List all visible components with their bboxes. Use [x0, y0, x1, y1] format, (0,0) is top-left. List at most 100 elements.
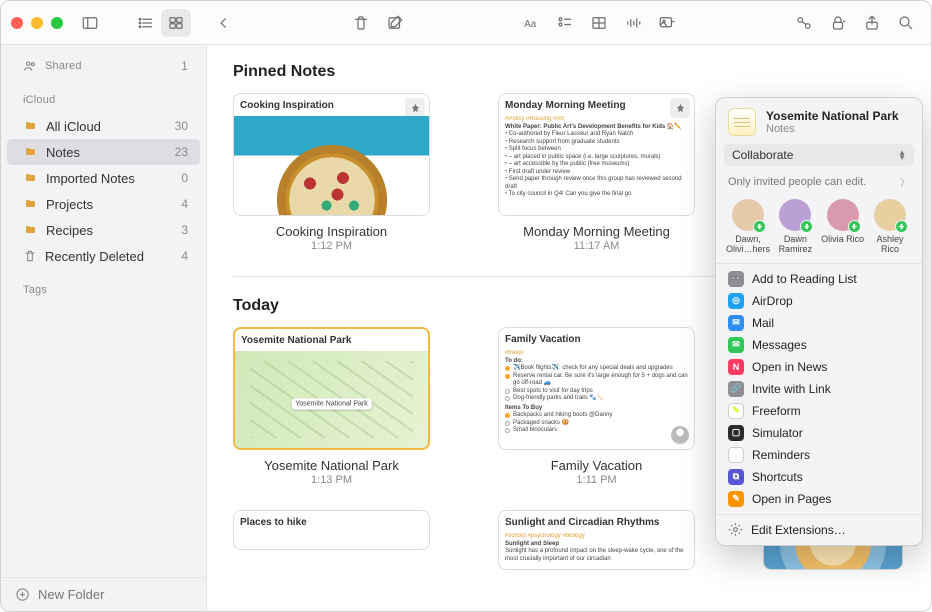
- share-subtitle: Notes: [766, 123, 899, 135]
- card-tags: #travel: [505, 350, 688, 358]
- lock-button[interactable]: [823, 9, 853, 37]
- close-window-button[interactable]: [11, 17, 23, 29]
- note-line: To city council in Q4! Can you give the …: [505, 191, 688, 199]
- sidebar-folder-count: 30: [175, 119, 188, 133]
- note-card[interactable]: Sunlight and Circadian Rhythms #school #…: [498, 510, 695, 570]
- delete-note-button[interactable]: [346, 9, 376, 37]
- sidebar-folder-count: 4: [181, 197, 188, 211]
- note-card[interactable]: Cooking Inspiration Cooking Inspiration …: [233, 93, 430, 252]
- messages-badge-icon: [895, 220, 908, 233]
- share-action-label: Simulator: [752, 426, 803, 440]
- toggle-sidebar-button[interactable]: [75, 9, 105, 37]
- sidebar-folder-projects[interactable]: Projects 4: [7, 191, 200, 217]
- note-card[interactable]: Monday Morning Meeting #Policy #Housing …: [498, 93, 695, 252]
- note-card[interactable]: Places to hike: [233, 510, 430, 570]
- share-mode-select[interactable]: Collaborate ▲▼: [724, 144, 914, 166]
- share-action-shortcuts[interactable]: ⧉Shortcuts: [716, 466, 922, 488]
- card-time: 1:13 PM: [233, 474, 430, 486]
- share-button[interactable]: [857, 9, 887, 37]
- card-time: 1:12 PM: [233, 240, 430, 252]
- shared-avatar-icon: [670, 425, 690, 445]
- list-view-button[interactable]: [131, 9, 161, 37]
- map-thumbnail: Yosemite National Park: [235, 351, 428, 448]
- sidebar-account-label: iCloud: [7, 87, 200, 113]
- share-permissions-row[interactable]: Only invited people can edit. 〉: [724, 172, 914, 191]
- checklist-button[interactable]: [550, 9, 580, 37]
- share-action-airdrop[interactable]: ◎AirDrop: [716, 290, 922, 312]
- share-action-label: Open in Pages: [752, 492, 831, 506]
- window-controls: [11, 17, 63, 29]
- checklist-item: Reserve rental car. Be sure it's large e…: [505, 373, 688, 388]
- gallery-view-button[interactable]: [161, 9, 191, 37]
- notes-app-icon: [728, 108, 756, 136]
- share-action-messages[interactable]: ✉Messages: [716, 334, 922, 356]
- sidebar-folder-count: 4: [181, 249, 188, 263]
- back-button[interactable]: [209, 9, 239, 37]
- sidebar-folder-label: Projects: [46, 197, 93, 212]
- share-action-invite-with-link[interactable]: 🔗Invite with Link: [716, 378, 922, 400]
- sidebar-tags-label: Tags: [7, 277, 200, 303]
- avatar: [779, 199, 811, 231]
- sidebar-folder-notes[interactable]: Notes 23: [7, 139, 200, 165]
- card-subtitle: To do:: [505, 358, 523, 364]
- share-action-freeform[interactable]: ✎Freeform: [716, 400, 922, 422]
- share-sheet: Yosemite National Park Notes Collaborate…: [715, 97, 923, 546]
- sidebar-folder-recipes[interactable]: Recipes3: [7, 217, 200, 243]
- link-button[interactable]: [789, 9, 819, 37]
- share-action-open-in-pages[interactable]: ✎ Open in Pages: [716, 488, 922, 510]
- sidebar-shared-count: 1: [181, 59, 188, 73]
- new-note-button[interactable]: [380, 9, 410, 37]
- fullscreen-window-button[interactable]: [51, 17, 63, 29]
- card-tags: #Policy #Housing #Art: [505, 116, 688, 124]
- share-action-label: Reminders: [752, 448, 810, 462]
- share-action-mail[interactable]: ✉Mail: [716, 312, 922, 334]
- app-icon: ✉: [728, 315, 744, 331]
- card-header-title: Family Vacation: [505, 334, 688, 345]
- share-action-open-in-news[interactable]: NOpen in News: [716, 356, 922, 378]
- audio-button[interactable]: [618, 9, 648, 37]
- format-button[interactable]: Aa: [516, 9, 546, 37]
- minimize-window-button[interactable]: [31, 17, 43, 29]
- share-contact[interactable]: Dawn, Olivi…hers: [726, 199, 770, 255]
- titlebar: Aa: [1, 1, 931, 45]
- sidebar-folder-all-icloud[interactable]: All iCloud 30: [7, 113, 200, 139]
- chevron-right-icon: 〉: [900, 174, 910, 189]
- share-contact[interactable]: Olivia Rico: [821, 199, 865, 255]
- sidebar-folder-recently-deleted[interactable]: Recently Deleted4: [7, 243, 200, 269]
- card-title: Monday Morning Meeting: [498, 224, 695, 239]
- share-action-label: Invite with Link: [752, 382, 831, 396]
- card-header-title: Cooking Inspiration: [240, 100, 423, 111]
- share-action-add-to-reading-list[interactable]: 👓Add to Reading List: [716, 268, 922, 290]
- sidebar-folder-label: Notes: [46, 145, 80, 160]
- share-title: Yosemite National Park: [766, 109, 899, 123]
- share-action-simulator[interactable]: ▢Simulator: [716, 422, 922, 444]
- note-card[interactable]: Family Vacation #travel To do: ✈️Book fl…: [498, 327, 695, 486]
- sidebar-folder-imported-notes[interactable]: Imported Notes0: [7, 165, 200, 191]
- edit-extensions-button[interactable]: Edit Extensions…: [716, 519, 922, 541]
- messages-badge-icon: [800, 220, 813, 233]
- sidebar-folder-label: All iCloud: [46, 119, 101, 134]
- search-button[interactable]: [891, 9, 921, 37]
- messages-badge-icon: [848, 220, 861, 233]
- contact-name: Olivia Rico: [821, 235, 864, 245]
- app-icon: 👓: [728, 271, 744, 287]
- share-contact[interactable]: Ashley Rico: [868, 199, 912, 255]
- contact-name: Dawn Ramirez: [779, 235, 813, 255]
- share-contact[interactable]: Dawn Ramirez: [773, 199, 817, 255]
- note-card[interactable]: Yosemite National Park Yosemite National…: [233, 327, 430, 486]
- media-button[interactable]: [652, 9, 682, 37]
- table-button[interactable]: [584, 9, 614, 37]
- map-label: Yosemite National Park: [291, 399, 372, 410]
- share-action-reminders[interactable]: ⦿Reminders: [716, 444, 922, 466]
- card-body-text: Sunlight has a profound impact on the sl…: [505, 548, 688, 563]
- checklist-item: Small binoculars: [505, 427, 688, 435]
- sidebar-shared-row[interactable]: Shared 1: [7, 53, 200, 79]
- new-folder-button[interactable]: New Folder: [1, 577, 206, 611]
- sidebar-folder-count: 23: [175, 145, 188, 159]
- card-time: 1:11 PM: [498, 474, 695, 486]
- card-subtitle: Sunlight and Sleep: [505, 541, 559, 547]
- app-icon: ✎: [728, 491, 744, 507]
- sidebar-folder-count: 0: [181, 171, 188, 185]
- share-action-label: Freeform: [752, 404, 801, 418]
- checklist-item: Packaged snacks 🥨: [505, 420, 688, 428]
